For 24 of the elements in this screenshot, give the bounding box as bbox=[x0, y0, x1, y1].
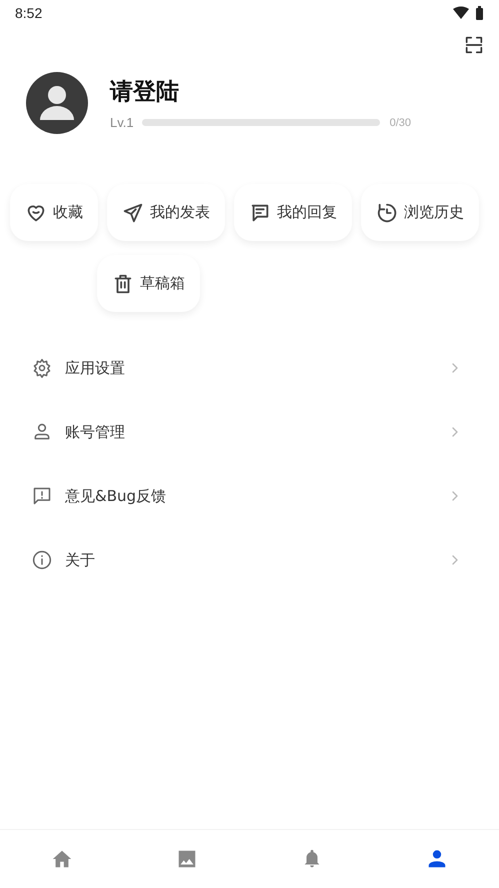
shortcut-button[interactable]: 浏览历史 bbox=[361, 184, 479, 241]
settings-icon bbox=[32, 358, 52, 378]
avatar[interactable] bbox=[26, 72, 88, 134]
shortcut-button[interactable]: 我的回复 bbox=[234, 184, 352, 241]
menu-item[interactable]: 关于 bbox=[65, 550, 434, 570]
login-prompt[interactable]: 请登陆 bbox=[110, 76, 412, 107]
history-icon bbox=[376, 202, 398, 224]
shortcut-button[interactable]: 我的发表 bbox=[107, 184, 225, 241]
status-time: 8:52 bbox=[15, 5, 42, 21]
paper-plane-icon bbox=[122, 202, 144, 224]
menu-item[interactable]: 应用设置 bbox=[65, 358, 434, 378]
shortcut-button[interactable]: 收藏 bbox=[10, 184, 98, 241]
trash-icon bbox=[112, 272, 134, 294]
info-icon bbox=[32, 550, 52, 570]
image-icon bbox=[176, 848, 198, 870]
feedback-icon bbox=[32, 486, 52, 506]
home-icon bbox=[51, 848, 74, 870]
level-label: Lv.1 bbox=[110, 115, 134, 130]
person-icon bbox=[32, 422, 52, 442]
scan-icon[interactable] bbox=[463, 34, 485, 56]
menu-item[interactable]: 意见&Bug反馈 bbox=[65, 486, 434, 506]
progress-reading: 0/30 bbox=[390, 116, 412, 128]
shortcut-button[interactable]: 草稿箱 bbox=[97, 255, 200, 312]
menu-item[interactable]: 账号管理 bbox=[65, 422, 434, 442]
